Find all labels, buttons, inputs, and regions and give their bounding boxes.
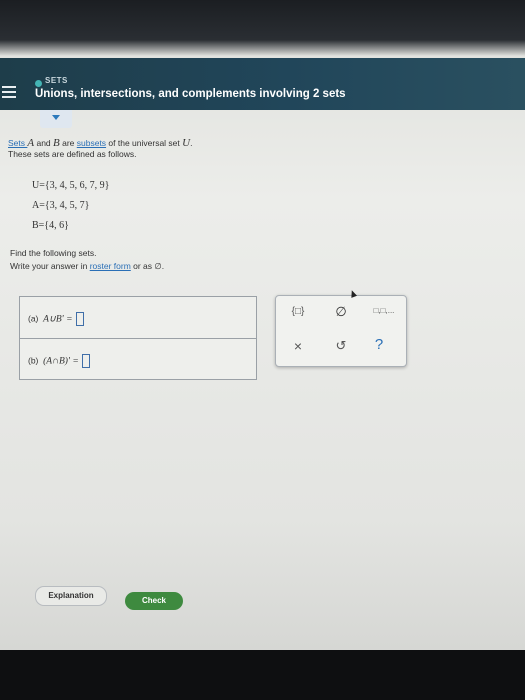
answer-input-a[interactable] (75, 312, 84, 326)
part-a-label: (a) (28, 313, 39, 324)
period-text: . (190, 138, 193, 148)
roster-form-link[interactable]: roster form (90, 261, 131, 271)
empty-set-button[interactable]: ∅ (331, 304, 351, 320)
universal-set: U (182, 137, 191, 149)
answer-label-a: (a) A∪B' = (28, 312, 84, 326)
header-bar (0, 58, 525, 110)
menu-icon[interactable] (2, 86, 16, 98)
answer-row-a: (a) A∪B' = (20, 297, 256, 337)
topic-dot-icon (35, 80, 42, 87)
instruction-2-post: or as ∅. (130, 261, 165, 271)
answer-row-b: (b) (A∩B)' = (20, 338, 256, 379)
topic-label: SETS (45, 76, 68, 85)
problem-line-1: Sets A and B are subsets of the universa… (8, 137, 192, 149)
expr-a: A∪B' = (43, 314, 73, 325)
screen: SETS Unions, intersections, and compleme… (0, 0, 525, 650)
instruction-2: Write your answer in roster form or as ∅… (10, 261, 164, 272)
clear-button[interactable]: × (288, 338, 308, 354)
expr-b: (A∩B)' = (43, 356, 79, 367)
set-braces-button[interactable]: {□} (286, 306, 310, 317)
set-a-definition: A={3, 4, 5, 7} (32, 200, 90, 211)
sets-link[interactable]: Sets (8, 138, 27, 148)
answer-label-b: (b) (A∩B)' = (28, 354, 90, 368)
answer-input-b[interactable] (81, 354, 90, 368)
undo-button[interactable]: ↺ (331, 338, 351, 354)
set-b: B (53, 137, 60, 149)
check-button[interactable]: Check (125, 592, 183, 610)
set-u-definition: U={3, 4, 5, 6, 7, 9} (32, 180, 110, 191)
part-b-label: (b) (28, 355, 39, 366)
list-button[interactable]: □,□,... (366, 306, 402, 315)
are-text: are (59, 138, 77, 148)
page-title: Unions, intersections, and complements i… (35, 88, 346, 100)
instruction-1: Find the following sets. (10, 248, 97, 258)
line1-post: of the universal set (106, 138, 183, 148)
math-palette: {□} ∅ □,□,... × ↺ ? (275, 295, 407, 367)
answer-table: (a) A∪B' = (b) (A∩B)' = (19, 296, 257, 380)
problem-line-2: These sets are defined as follows. (8, 149, 137, 159)
help-button[interactable]: ? (369, 336, 389, 353)
instruction-2-pre: Write your answer in (10, 261, 90, 271)
set-b-definition: B={4, 6} (32, 220, 69, 231)
explanation-button[interactable]: Explanation (35, 586, 107, 606)
and-text: and (34, 138, 54, 148)
chevron-down-icon[interactable] (52, 115, 60, 120)
subsets-link[interactable]: subsets (77, 138, 106, 148)
